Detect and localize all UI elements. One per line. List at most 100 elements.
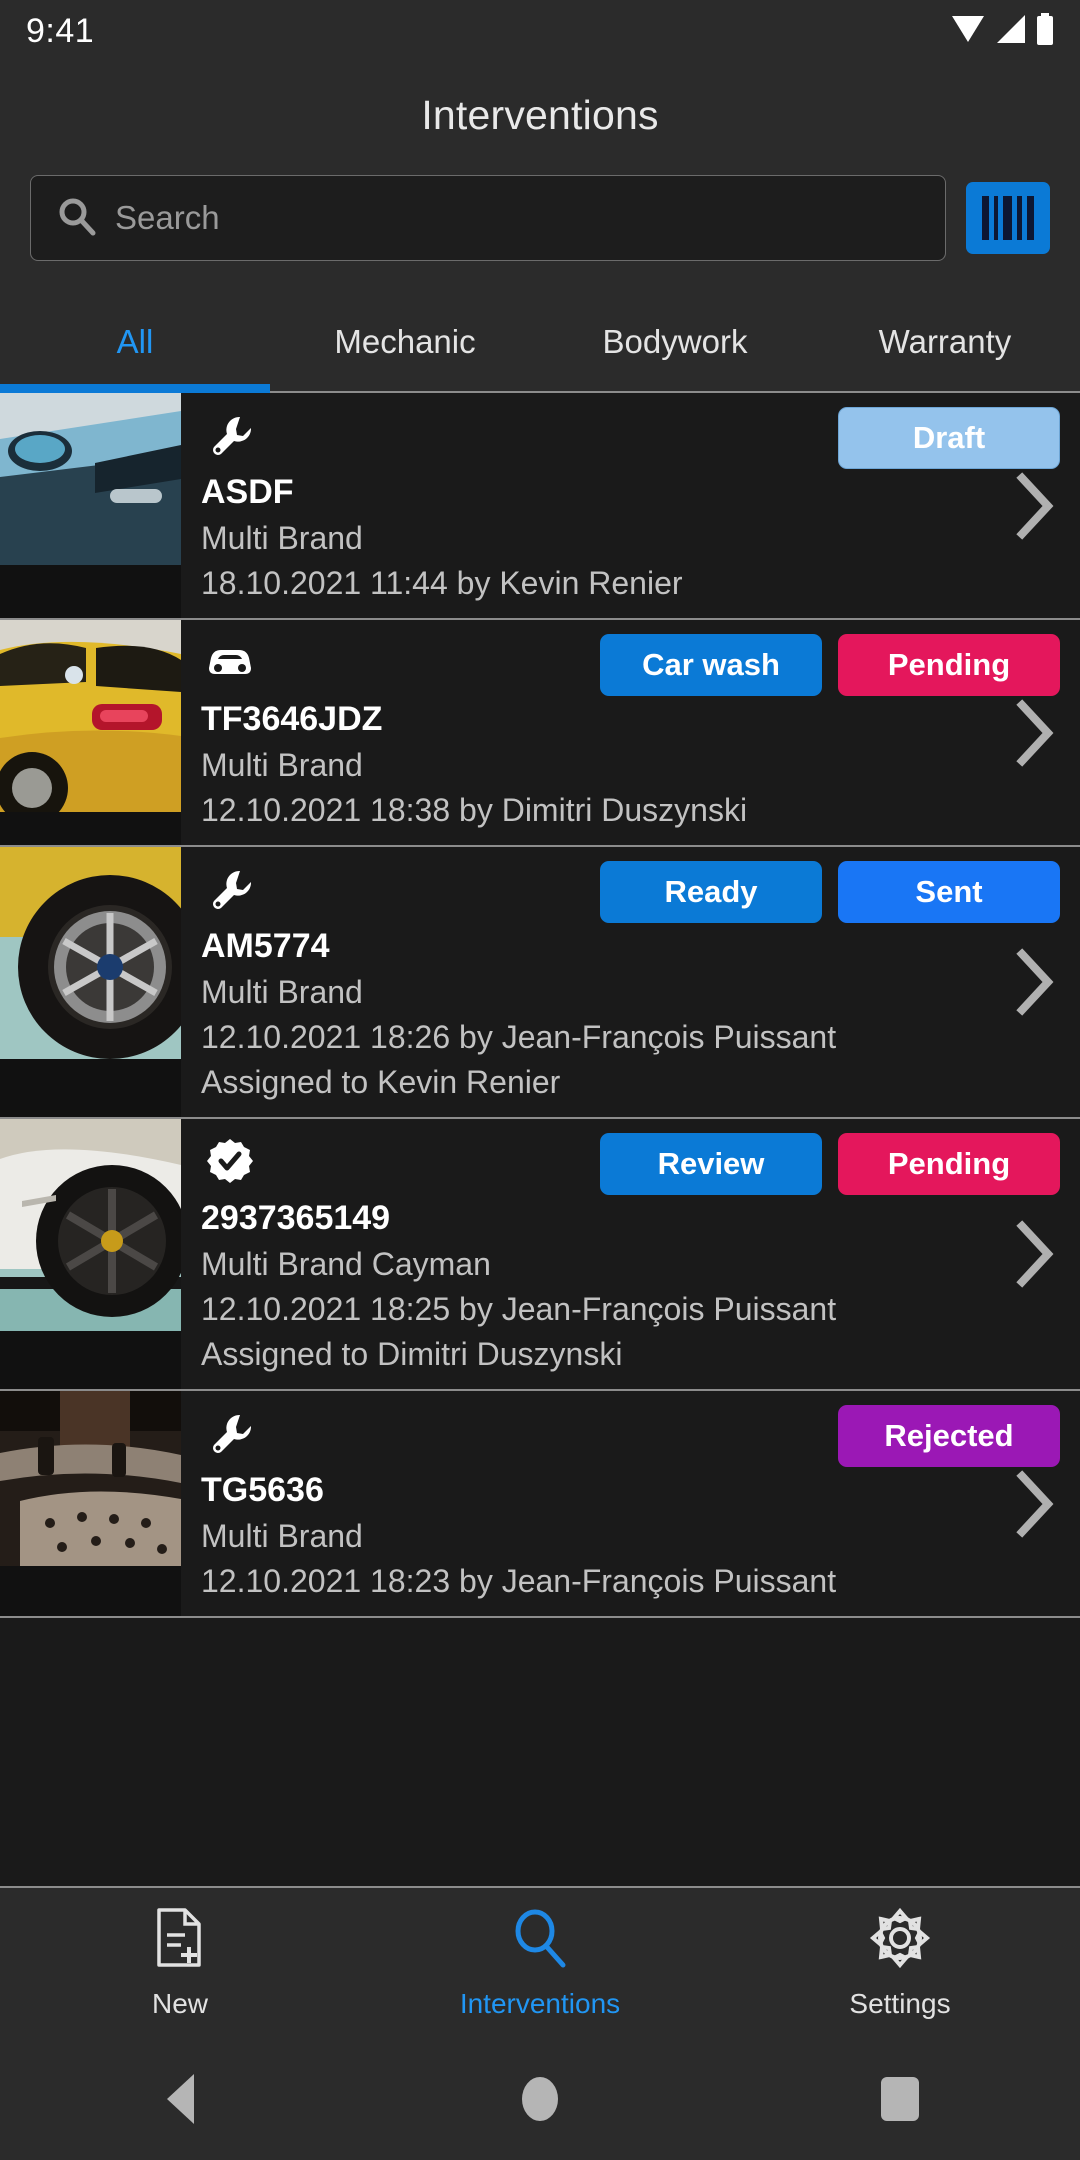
table-row[interactable]: Car wash Pending TF3646JDZ Multi Brand 1…	[0, 620, 1080, 847]
thumbnail	[0, 620, 181, 845]
badge-group: Ready Sent	[600, 861, 1080, 923]
row-subtitle: Multi Brand	[201, 974, 363, 1010]
row-body: Draft ASDF Multi Brand 18.10.2021 11:44 …	[181, 393, 1080, 618]
back-button[interactable]	[0, 2038, 360, 2160]
status-badge[interactable]: Pending	[838, 1133, 1060, 1195]
row-subtitle: Multi Brand	[201, 520, 363, 556]
status-badge[interactable]: Draft	[838, 407, 1060, 469]
intervention-list[interactable]: Draft ASDF Multi Brand 18.10.2021 11:44 …	[0, 393, 1080, 1886]
row-title: ASDF	[201, 473, 294, 511]
status-badge[interactable]: Pending	[838, 634, 1060, 696]
row-top: Ready Sent	[201, 861, 1080, 923]
row-top: Draft	[201, 407, 1080, 469]
row-title: TG5636	[201, 1471, 324, 1509]
tab-mechanic[interactable]: Mechanic	[270, 297, 540, 391]
search-row: Search	[0, 151, 1080, 261]
wrench-icon	[201, 1405, 259, 1461]
home-button[interactable]	[360, 2038, 720, 2160]
thumbnail	[0, 393, 181, 618]
row-top: Rejected	[201, 1405, 1080, 1467]
badge-group: Review Pending	[600, 1133, 1080, 1195]
row-meta: 12.10.2021 18:23 by Jean-François Puissa…	[201, 1563, 837, 1599]
chevron-right-icon[interactable]	[1012, 1218, 1058, 1290]
badge-group: Rejected	[838, 1405, 1080, 1467]
chevron-right-icon[interactable]	[1012, 1468, 1058, 1540]
status-badge[interactable]: Rejected	[838, 1405, 1060, 1467]
chevron-right-icon[interactable]	[1012, 946, 1058, 1018]
table-row[interactable]: Ready Sent AM5774 Multi Brand 12.10.2021…	[0, 847, 1080, 1119]
home-circle-icon	[522, 2077, 558, 2121]
stage-badge[interactable]: Review	[600, 1133, 822, 1195]
row-title: 2937365149	[201, 1199, 391, 1237]
system-nav-bar	[0, 2038, 1080, 2160]
car-icon	[201, 634, 259, 690]
row-meta: 12.10.2021 18:38 by Dimitri Duszynski	[201, 792, 748, 828]
search-icon	[57, 196, 97, 241]
tab-bodywork-label: Bodywork	[602, 323, 748, 360]
verified-check-icon	[201, 1133, 259, 1189]
wifi-icon	[950, 14, 986, 49]
tab-bodywork[interactable]: Bodywork	[540, 297, 810, 391]
row-meta: 18.10.2021 11:44 by Kevin Renier	[201, 565, 683, 601]
nav-item-settings-label: Settings	[849, 1987, 951, 2019]
delivery-badge[interactable]: Sent	[838, 861, 1060, 923]
search-icon	[509, 1907, 571, 1974]
row-title: TF3646JDZ	[201, 700, 383, 738]
row-meta: 12.10.2021 18:26 by Jean-François Puissa…	[201, 1019, 837, 1055]
row-top: Car wash Pending	[201, 634, 1080, 696]
row-subtitle: Multi Brand	[201, 1518, 363, 1554]
row-assignee: Assigned to Kevin Renier	[201, 1064, 561, 1100]
status-icons	[950, 12, 1054, 50]
row-subtitle: Multi Brand Cayman	[201, 1246, 491, 1282]
type-badge[interactable]: Car wash	[600, 634, 822, 696]
nav-item-settings[interactable]: Settings	[720, 1888, 1080, 2038]
page-title: Interventions	[421, 92, 659, 138]
battery-icon	[1036, 12, 1054, 50]
thumbnail	[0, 847, 181, 1117]
row-subtitle: Multi Brand	[201, 747, 363, 783]
header: Interventions Search All Mechanic Bodywo…	[0, 62, 1080, 393]
status-badge[interactable]: Ready	[600, 861, 822, 923]
row-title: AM5774	[201, 927, 330, 965]
tab-warranty-label: Warranty	[878, 323, 1012, 360]
row-meta: 12.10.2021 18:25 by Jean-François Puissa…	[201, 1291, 837, 1327]
recents-button[interactable]	[720, 2038, 1080, 2160]
row-body: Review Pending 2937365149 Multi Brand Ca…	[181, 1119, 1080, 1389]
tab-bar: All Mechanic Bodywork Warranty	[0, 297, 1080, 393]
status-time: 9:41	[26, 11, 95, 50]
row-body: Car wash Pending TF3646JDZ Multi Brand 1…	[181, 620, 1080, 845]
table-row[interactable]: Rejected TG5636 Multi Brand 12.10.2021 1…	[0, 1391, 1080, 1618]
signal-icon	[995, 14, 1027, 49]
chevron-right-icon[interactable]	[1012, 697, 1058, 769]
new-document-icon	[151, 1907, 209, 1974]
wrench-icon	[201, 861, 259, 917]
barcode-scan-button[interactable]	[966, 182, 1050, 254]
chevron-right-icon[interactable]	[1012, 470, 1058, 542]
nav-item-new-label: New	[151, 1987, 208, 2019]
search-input[interactable]: Search	[30, 175, 946, 261]
nav-item-interventions-label: Interventions	[459, 1987, 621, 2019]
thumbnail	[0, 1119, 181, 1389]
badge-group: Draft	[838, 407, 1080, 469]
row-top: Review Pending	[201, 1133, 1080, 1195]
thumbnail	[0, 1391, 181, 1616]
recents-square-icon	[881, 2077, 919, 2121]
gear-icon	[869, 1907, 931, 1974]
status-bar: 9:41	[0, 0, 1080, 62]
row-body: Rejected TG5636 Multi Brand 12.10.2021 1…	[181, 1391, 1080, 1616]
bottom-nav: New Interventions Settings	[0, 1886, 1080, 2038]
badge-group: Car wash Pending	[600, 634, 1080, 696]
search-placeholder: Search	[115, 199, 220, 236]
app-root: 9:41 Interventions Search All Mechanic B…	[0, 0, 1080, 2160]
tab-warranty[interactable]: Warranty	[810, 297, 1080, 391]
tab-all-label: All	[116, 323, 154, 360]
back-triangle-icon	[166, 2074, 194, 2124]
wrench-icon	[201, 407, 259, 463]
nav-item-interventions[interactable]: Interventions	[360, 1888, 720, 2038]
row-assignee: Assigned to Dimitri Duszynski	[201, 1336, 623, 1372]
tab-all[interactable]: All	[0, 297, 270, 393]
nav-item-new[interactable]: New	[0, 1888, 360, 2038]
table-row[interactable]: Review Pending 2937365149 Multi Brand Ca…	[0, 1119, 1080, 1391]
table-row[interactable]: Draft ASDF Multi Brand 18.10.2021 11:44 …	[0, 393, 1080, 620]
barcode-scan-icon	[982, 196, 1034, 240]
